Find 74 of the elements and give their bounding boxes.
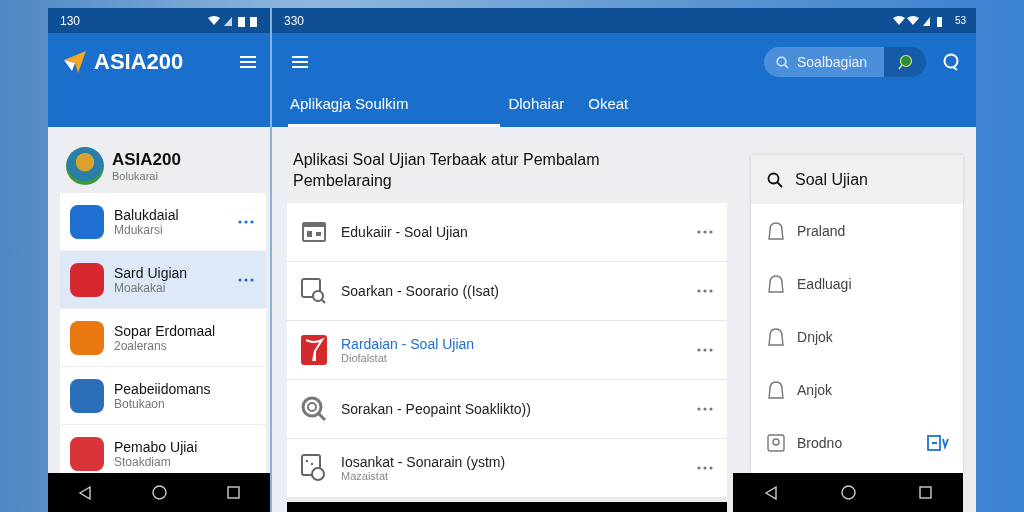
bell-icon bbox=[767, 221, 786, 240]
profile-subtitle: Bolukarai bbox=[112, 170, 159, 182]
back-icon[interactable] bbox=[78, 485, 92, 500]
search-icon bbox=[776, 55, 789, 69]
more-icon[interactable] bbox=[697, 348, 713, 352]
panel-title: Soal Ujian bbox=[795, 170, 868, 189]
item-subtitle: Moakakai bbox=[114, 280, 166, 295]
profile-name: ASIA200 bbox=[112, 150, 181, 170]
battery-level: 53 bbox=[954, 15, 966, 26]
status-time: 130 bbox=[60, 13, 81, 28]
page-heading: Aplikasi Soal Ujian Terbaak atur Pembalam Pembelaraing bbox=[293, 150, 601, 191]
more-icon[interactable] bbox=[697, 230, 713, 234]
row-title: Edukaiir - Soal Ujian bbox=[341, 224, 469, 240]
list-row[interactable]: Edukaiir - Soal Ujian bbox=[287, 203, 727, 262]
item-title: Pemabo Ujiai bbox=[114, 438, 199, 455]
panel-item[interactable]: Praland bbox=[751, 204, 964, 257]
more-icon[interactable] bbox=[238, 219, 254, 224]
item-subtitle: Mdukarsi bbox=[114, 222, 164, 237]
home-icon[interactable] bbox=[152, 485, 167, 500]
recents-icon[interactable] bbox=[918, 486, 932, 499]
status-time: 330 bbox=[284, 13, 305, 28]
chat-button[interactable] bbox=[884, 47, 926, 77]
item-title: Sard Uigian bbox=[114, 264, 189, 281]
panel-item[interactable]: Dnjok bbox=[751, 310, 964, 363]
row-subtitle: Mazaistat bbox=[341, 470, 390, 482]
list-row[interactable]: Sorakan - Peopaint Soaklikto)) bbox=[287, 380, 727, 439]
avatar bbox=[66, 147, 104, 185]
tab[interactable]: Dlohaiar bbox=[506, 85, 581, 127]
item-subtitle: Stoakdiam bbox=[114, 454, 171, 469]
menu-icon[interactable] bbox=[240, 56, 256, 68]
list-item[interactable]: Pemabo Ujiai Stoakdiam bbox=[60, 425, 266, 473]
home-icon[interactable] bbox=[841, 485, 856, 500]
row-title: Soarkan - Soorario ((Isat) bbox=[341, 283, 500, 299]
tab[interactable]: Aplikagja Soulkim bbox=[288, 85, 501, 127]
list-row[interactable]: Iosankat - Sonarain (ystm) Mazaistat bbox=[287, 439, 727, 498]
row-title: Iosankat - Sonarain (ystm) bbox=[341, 454, 507, 470]
list-row[interactable]: Rardaian - Soal Ujian Diofalstat bbox=[287, 321, 727, 380]
more-icon[interactable] bbox=[238, 277, 254, 282]
document-icon bbox=[301, 454, 327, 482]
bell-icon bbox=[767, 274, 786, 293]
chat-bubble-icon bbox=[897, 54, 913, 70]
card-icon bbox=[301, 221, 327, 243]
item-subtitle: 2oalerans bbox=[114, 338, 168, 353]
square-icon bbox=[767, 433, 786, 452]
menu-icon[interactable] bbox=[292, 56, 308, 68]
app-icon bbox=[301, 335, 327, 365]
list-item[interactable]: Sard Uigian Moakakai bbox=[60, 251, 266, 309]
panel-item[interactable]: Anjok bbox=[751, 363, 964, 416]
search-icon bbox=[767, 171, 784, 188]
more-icon[interactable] bbox=[697, 407, 713, 411]
row-title: Sorakan - Peopaint Soaklikto)) bbox=[341, 401, 532, 417]
item-title: Balukdaial bbox=[114, 206, 180, 223]
back-icon[interactable] bbox=[764, 485, 779, 500]
app-title: ASIA200 bbox=[94, 49, 184, 75]
recents-icon[interactable] bbox=[227, 486, 240, 499]
panel-item[interactable]: Eadluagi bbox=[751, 257, 964, 310]
document-search-icon bbox=[301, 278, 327, 304]
bell-icon bbox=[767, 380, 786, 399]
list-item[interactable]: Peabeiidomans Botukaon bbox=[60, 367, 266, 425]
list-item[interactable]: Sopar Erdomaal 2oalerans bbox=[60, 309, 266, 367]
list-item[interactable]: Balukdaial Mdukarsi bbox=[60, 193, 266, 251]
status-icons bbox=[208, 14, 260, 27]
panel-item[interactable]: Brodno bbox=[751, 416, 964, 469]
item-title: Peabeiidomans bbox=[114, 380, 212, 397]
row-subtitle: Diofalstat bbox=[341, 352, 388, 364]
item-title: Sopar Erdomaal bbox=[114, 322, 217, 339]
bell-icon bbox=[767, 327, 786, 346]
row-title: Rardaian - Soal Ujian bbox=[341, 336, 476, 352]
list-row[interactable]: Soarkan - Soorario ((Isat) bbox=[287, 262, 727, 321]
more-icon[interactable] bbox=[697, 466, 713, 470]
tab[interactable]: Okeat bbox=[586, 85, 645, 127]
item-subtitle: Botukaon bbox=[114, 396, 166, 411]
more-icon[interactable] bbox=[697, 289, 713, 293]
magnifier-icon bbox=[301, 396, 327, 422]
